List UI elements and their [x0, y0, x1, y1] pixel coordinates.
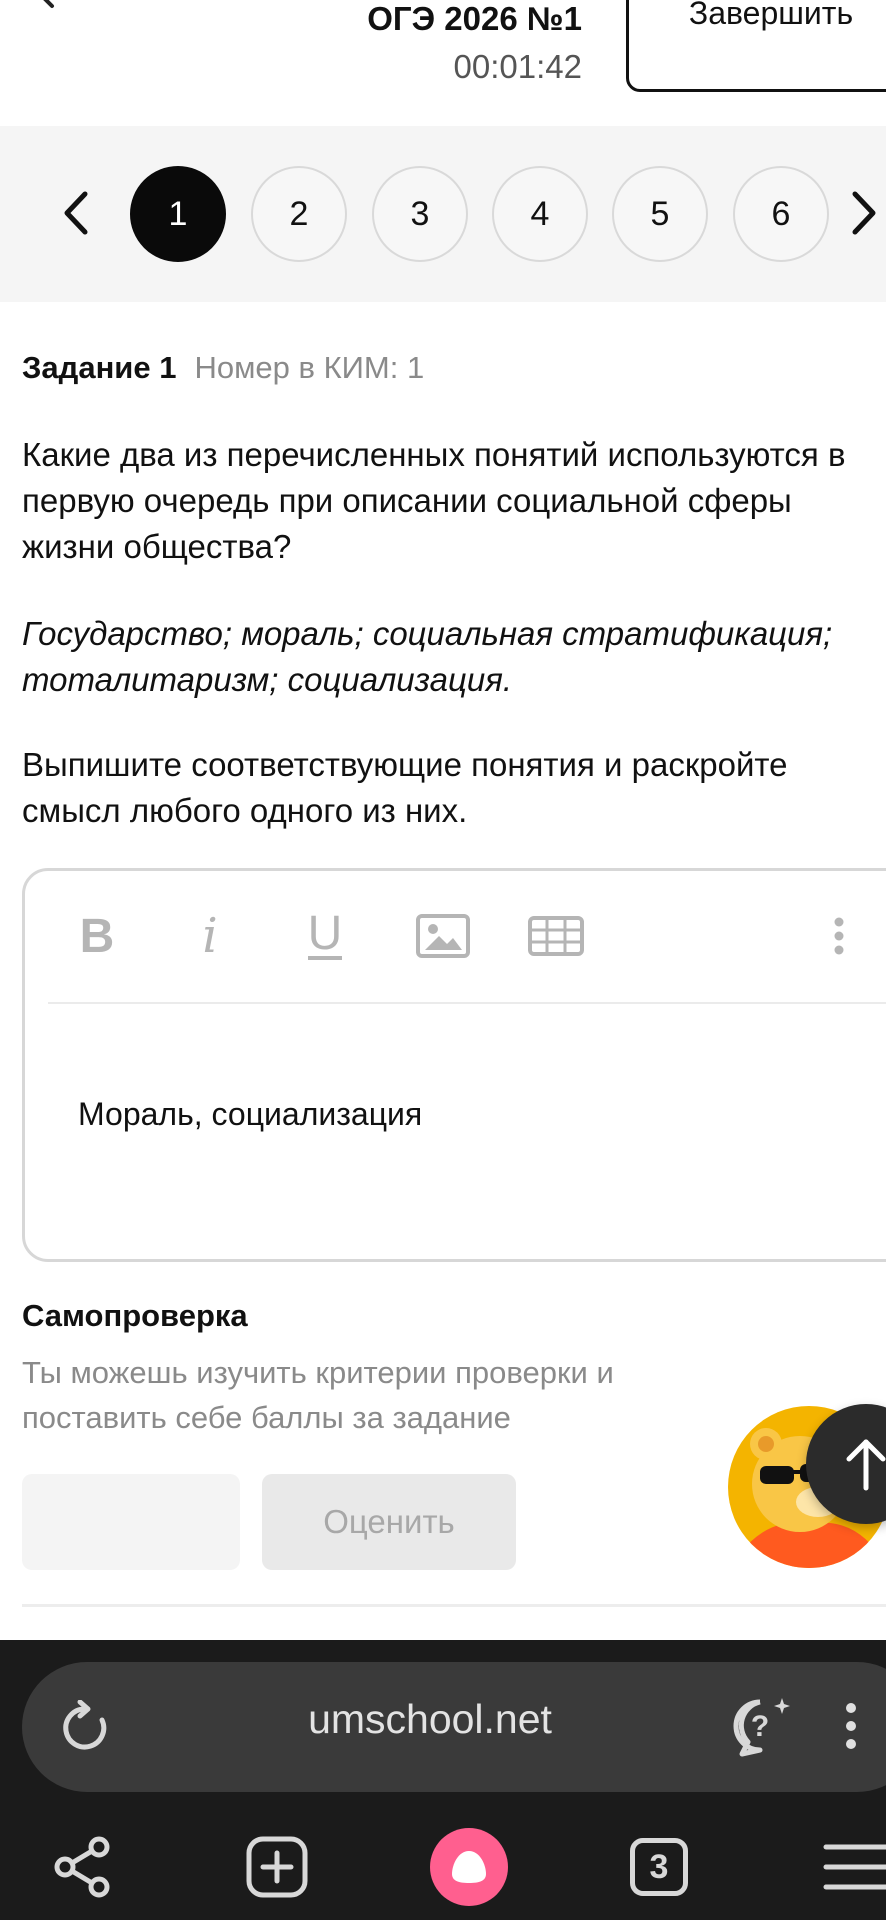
task-instruction: Выпишите соответствующие понятия и раскр… — [22, 746, 788, 829]
italic-icon: i — [202, 908, 218, 964]
bold-icon: B — [79, 909, 115, 963]
task-button-3[interactable]: 3 — [372, 166, 468, 262]
task-button-1[interactable]: 1 — [130, 166, 226, 262]
self-check-title: Самопроверка — [22, 1298, 248, 1333]
next-task-chevron-icon[interactable] — [846, 188, 882, 238]
alice-icon — [452, 1851, 486, 1883]
kim-number: Номер в КИМ: 1 — [194, 350, 425, 385]
menu-icon[interactable] — [820, 1832, 886, 1902]
test-title: ОГЭ 2026 №1 — [367, 0, 582, 37]
italic-button[interactable]: i — [190, 908, 230, 964]
arrow-up-icon — [846, 1439, 886, 1491]
insert-image-button[interactable] — [414, 908, 472, 964]
section-divider — [22, 1604, 886, 1607]
score-placeholder-button[interactable] — [22, 1474, 240, 1570]
answer-text[interactable]: Мораль, социализация — [78, 1096, 422, 1133]
assistant-question-icon[interactable]: ? — [730, 1694, 794, 1758]
back-chevron-icon[interactable] — [28, 0, 64, 10]
share-icon[interactable] — [48, 1832, 118, 1902]
task-button-5[interactable]: 5 — [612, 166, 708, 262]
more-vertical-icon[interactable] — [822, 908, 856, 964]
url-text[interactable]: umschool.net — [180, 1696, 680, 1743]
svg-text:?: ? — [751, 1710, 769, 1743]
task-button-6[interactable]: 6 — [733, 166, 829, 262]
rate-button-label: Оценить — [323, 1503, 455, 1540]
task-question: Какие два из перечисленных понятий испол… — [22, 436, 846, 565]
underline-button[interactable]: U — [300, 908, 350, 964]
browser-more-icon[interactable] — [836, 1696, 866, 1756]
self-check-description: Ты можешь изучить критерии проверки и по… — [22, 1355, 614, 1435]
timer: 00:01:42 — [453, 48, 582, 85]
finish-button-label: Завершить — [688, 0, 854, 31]
rate-button[interactable]: Оценить — [262, 1474, 516, 1570]
task-heading: Задание 1 Номер в КИМ: 1 — [22, 350, 424, 386]
editor-toolbar-divider — [48, 1002, 886, 1004]
task-button-4[interactable]: 4 — [492, 166, 588, 262]
prev-task-chevron-icon[interactable] — [58, 188, 94, 238]
alice-voice-button[interactable] — [430, 1828, 508, 1906]
reload-icon[interactable] — [58, 1699, 114, 1756]
image-icon — [416, 914, 470, 958]
task-number: Задание 1 — [22, 350, 177, 385]
task-concepts: Государство; мораль; социальная стратифи… — [22, 615, 833, 698]
finish-button[interactable]: Завершить — [626, 0, 886, 92]
new-tab-icon[interactable] — [242, 1832, 312, 1902]
tabs-count: 3 — [630, 1838, 688, 1896]
tabs-icon[interactable]: 3 — [624, 1832, 694, 1902]
table-icon — [528, 916, 584, 956]
task-button-2[interactable]: 2 — [251, 166, 347, 262]
insert-table-button[interactable] — [526, 908, 586, 964]
underline-icon: U — [307, 907, 343, 960]
bold-button[interactable]: B — [72, 908, 122, 964]
